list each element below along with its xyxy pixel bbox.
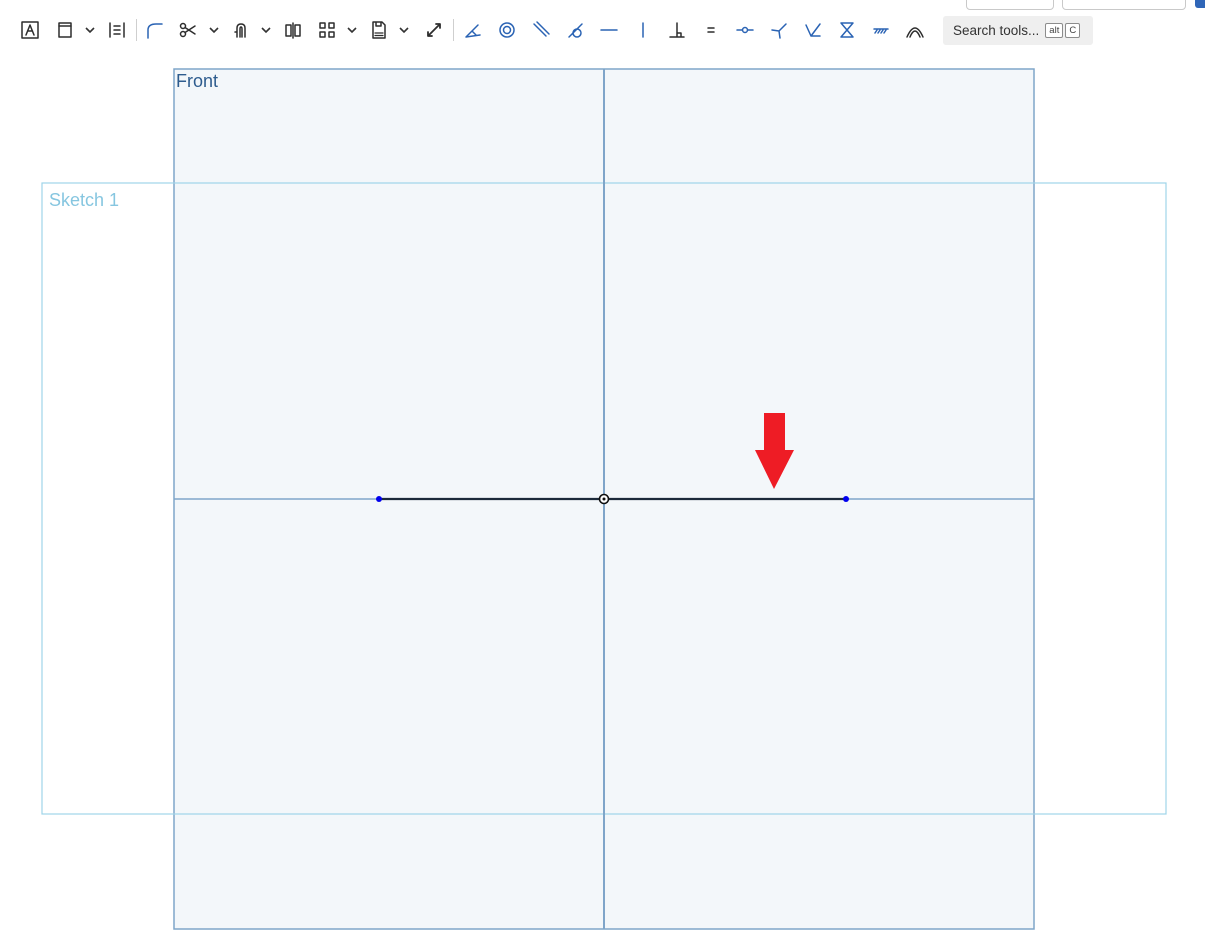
- pierce-constraint-icon: [805, 23, 821, 37]
- normal-constraint-icon: [771, 23, 787, 39]
- pattern-tool-icon: [319, 22, 335, 38]
- dxf-menu-chevron[interactable]: [397, 21, 411, 39]
- rectangle-tool-icon: [58, 22, 72, 38]
- normal-constraint-button[interactable]: [766, 17, 792, 43]
- fix-constraint-icon: [873, 28, 889, 34]
- chevron-down-icon: [85, 27, 95, 34]
- concentric-constraint-button[interactable]: [494, 17, 520, 43]
- chevron-down-icon: [347, 27, 357, 34]
- vertical-constraint-icon: [642, 22, 644, 38]
- top-control-1[interactable]: [966, 0, 1054, 10]
- pattern-tool-button[interactable]: [314, 17, 340, 43]
- offset-tool-icon: [234, 23, 246, 38]
- offset-menu-chevron[interactable]: [259, 21, 273, 39]
- parallel-constraint-button[interactable]: [528, 17, 554, 43]
- dxf-import-button[interactable]: [366, 17, 392, 43]
- trim-tool-button[interactable]: [175, 17, 201, 43]
- horizontal-constraint-icon: [600, 29, 618, 31]
- midpoint-constraint-button[interactable]: [732, 17, 758, 43]
- toolbar-separator: [453, 19, 454, 41]
- graphics-viewport[interactable]: Front Sketch 1: [0, 52, 1205, 945]
- line-end-point[interactable]: [843, 496, 849, 502]
- symmetric-constraint-icon: [840, 22, 854, 38]
- equal-constraint-button[interactable]: [698, 17, 724, 43]
- chevron-down-icon: [209, 27, 219, 34]
- construction-toggle-icon: [427, 23, 441, 37]
- coincident-constraint-button[interactable]: [460, 17, 486, 43]
- dxf-import-icon: [372, 21, 386, 39]
- chevron-down-icon: [399, 27, 409, 34]
- pierce-constraint-button[interactable]: [800, 17, 826, 43]
- search-tools-label: Search tools...: [953, 23, 1040, 38]
- fillet-tool-button[interactable]: [141, 17, 167, 43]
- fix-constraint-button[interactable]: [868, 17, 894, 43]
- construction-toggle-button[interactable]: [421, 17, 447, 43]
- trim-menu-chevron[interactable]: [207, 21, 221, 39]
- tangent-constraint-icon: [568, 23, 583, 38]
- curvature-constraint-icon: [906, 27, 924, 38]
- rectangle-menu-chevron[interactable]: [83, 21, 97, 39]
- viewport-canvas: [41, 68, 1167, 930]
- concentric-constraint-icon: [499, 22, 515, 38]
- origin-dot: [602, 497, 606, 501]
- coincident-constraint-icon: [465, 24, 481, 38]
- chevron-down-icon: [261, 27, 271, 34]
- midpoint-constraint-icon: [736, 26, 754, 34]
- curvature-constraint-button[interactable]: [902, 17, 928, 43]
- fillet-tool-icon: [147, 23, 163, 39]
- perpendicular-constraint-button[interactable]: [664, 17, 690, 43]
- perpendicular-constraint-icon: [669, 22, 685, 38]
- trim-tool-icon: [179, 22, 196, 38]
- horizontal-constraint-button[interactable]: [596, 17, 622, 43]
- sketch-toolbar: Search tools... alt C: [0, 13, 1205, 49]
- line-start-point[interactable]: [376, 496, 382, 502]
- toolbar-separator: [136, 19, 137, 41]
- pattern-menu-chevron[interactable]: [345, 21, 359, 39]
- sketch-plane-label: Sketch 1: [49, 190, 120, 210]
- search-tools-input[interactable]: Search tools... alt C: [943, 16, 1093, 45]
- vertical-constraint-button[interactable]: [630, 17, 656, 43]
- text-tool-icon: [21, 21, 39, 39]
- top-strip: [0, 0, 1205, 10]
- mirror-tool-button[interactable]: [280, 17, 306, 43]
- rectangle-tool-button[interactable]: [52, 17, 78, 43]
- top-blue-button[interactable]: [1195, 0, 1205, 8]
- front-plane-label: Front: [176, 71, 219, 91]
- dimension-tool-icon: [109, 22, 125, 38]
- shortcut-c-key: C: [1065, 23, 1081, 38]
- text-tool-button[interactable]: [17, 17, 43, 43]
- parallel-constraint-icon: [533, 21, 550, 37]
- symmetric-constraint-button[interactable]: [834, 17, 860, 43]
- tangent-constraint-button[interactable]: [562, 17, 588, 43]
- top-control-2[interactable]: [1062, 0, 1186, 10]
- mirror-tool-icon: [285, 22, 301, 39]
- offset-tool-button[interactable]: [228, 17, 254, 43]
- equal-constraint-icon: [707, 27, 715, 33]
- dimension-tool-button[interactable]: [104, 17, 130, 43]
- shortcut-alt-key: alt: [1045, 23, 1064, 38]
